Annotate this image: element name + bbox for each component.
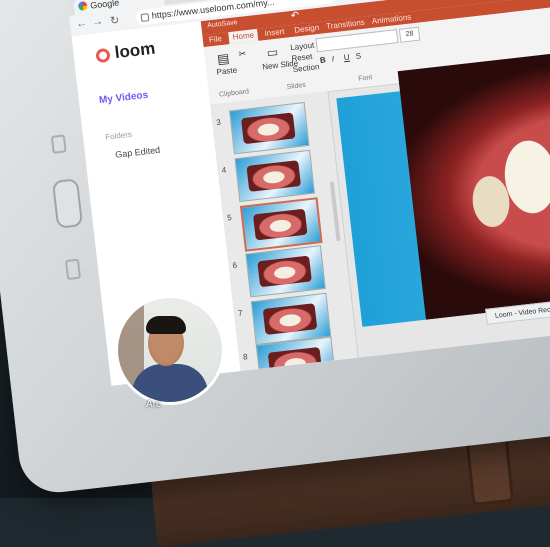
folders-heading: Folders <box>104 129 133 142</box>
presenter-body <box>132 364 208 402</box>
teeth-image <box>257 255 312 288</box>
browser-tab-title: Google <box>89 0 120 11</box>
powerpoint-window: AutoSave ↶ File Home Insert Design Trans… <box>200 0 550 372</box>
teeth-image <box>267 346 323 372</box>
bold-button[interactable]: B <box>319 55 326 65</box>
lock-icon <box>140 13 150 22</box>
loom-logo-text: loom <box>113 38 157 63</box>
webcam-bubble[interactable] <box>118 298 222 402</box>
forward-arrow-icon[interactable]: → <box>92 15 104 28</box>
loom-logo[interactable]: loom <box>95 39 156 66</box>
folder-gap-edited[interactable]: Gap Edited <box>115 145 161 160</box>
undo-icon[interactable]: ↶ <box>290 10 300 22</box>
slide-thumbnail[interactable] <box>245 245 326 298</box>
new-slide-icon: ▭ <box>265 44 279 60</box>
thumbnail-scrollbar[interactable] <box>329 181 341 242</box>
section-button[interactable]: Section <box>292 62 320 74</box>
back-key[interactable] <box>64 258 82 281</box>
slide-thumbnail[interactable] <box>234 149 315 203</box>
slide-thumbnail-selected[interactable] <box>239 197 323 252</box>
group-font: Font <box>357 74 373 83</box>
tablet-device: Google ← → ↻ https://www.useloom.com/my.… <box>0 0 550 497</box>
layout-button[interactable]: Layout <box>290 41 315 53</box>
slide-number: 6 <box>232 260 238 271</box>
nav-my-videos[interactable]: My Videos <box>98 90 148 107</box>
recent-apps-key[interactable] <box>50 134 67 154</box>
font-size-field[interactable]: 28 <box>398 26 421 43</box>
slide-number: 5 <box>226 213 233 223</box>
reload-icon[interactable]: ↻ <box>109 14 121 28</box>
slide-number: 4 <box>221 165 227 175</box>
reset-button[interactable]: Reset <box>291 52 313 63</box>
slide-number: 3 <box>215 117 222 128</box>
italic-button[interactable]: I <box>331 54 334 63</box>
home-button[interactable] <box>51 178 84 229</box>
slide-number: 7 <box>237 308 243 318</box>
teeth-image <box>246 160 302 192</box>
teeth-image <box>240 112 296 145</box>
font-name-field[interactable] <box>315 29 399 53</box>
webcam-label: Arc <box>146 399 161 410</box>
back-arrow-icon[interactable]: ← <box>76 17 88 30</box>
loom-logo-icon <box>95 47 111 64</box>
group-clipboard: Clipboard <box>218 88 250 99</box>
slide-number: 8 <box>242 352 248 362</box>
google-icon <box>77 1 88 12</box>
slide-editor-canvas[interactable] <box>336 37 550 327</box>
autosave-toggle[interactable]: AutoSave <box>207 19 238 29</box>
teeth-image <box>262 303 318 335</box>
slide-thumbnail[interactable] <box>229 102 310 155</box>
presenter-hair <box>146 316 186 334</box>
teeth-image <box>252 208 308 241</box>
cut-icon[interactable]: ✂ <box>238 48 247 60</box>
group-slides: Slides <box>286 81 307 91</box>
dental-photo[interactable] <box>397 37 550 320</box>
clipboard-icon: ▤ <box>216 50 231 67</box>
strikethrough-button[interactable]: S <box>355 51 361 61</box>
underline-button[interactable]: U <box>343 53 350 63</box>
